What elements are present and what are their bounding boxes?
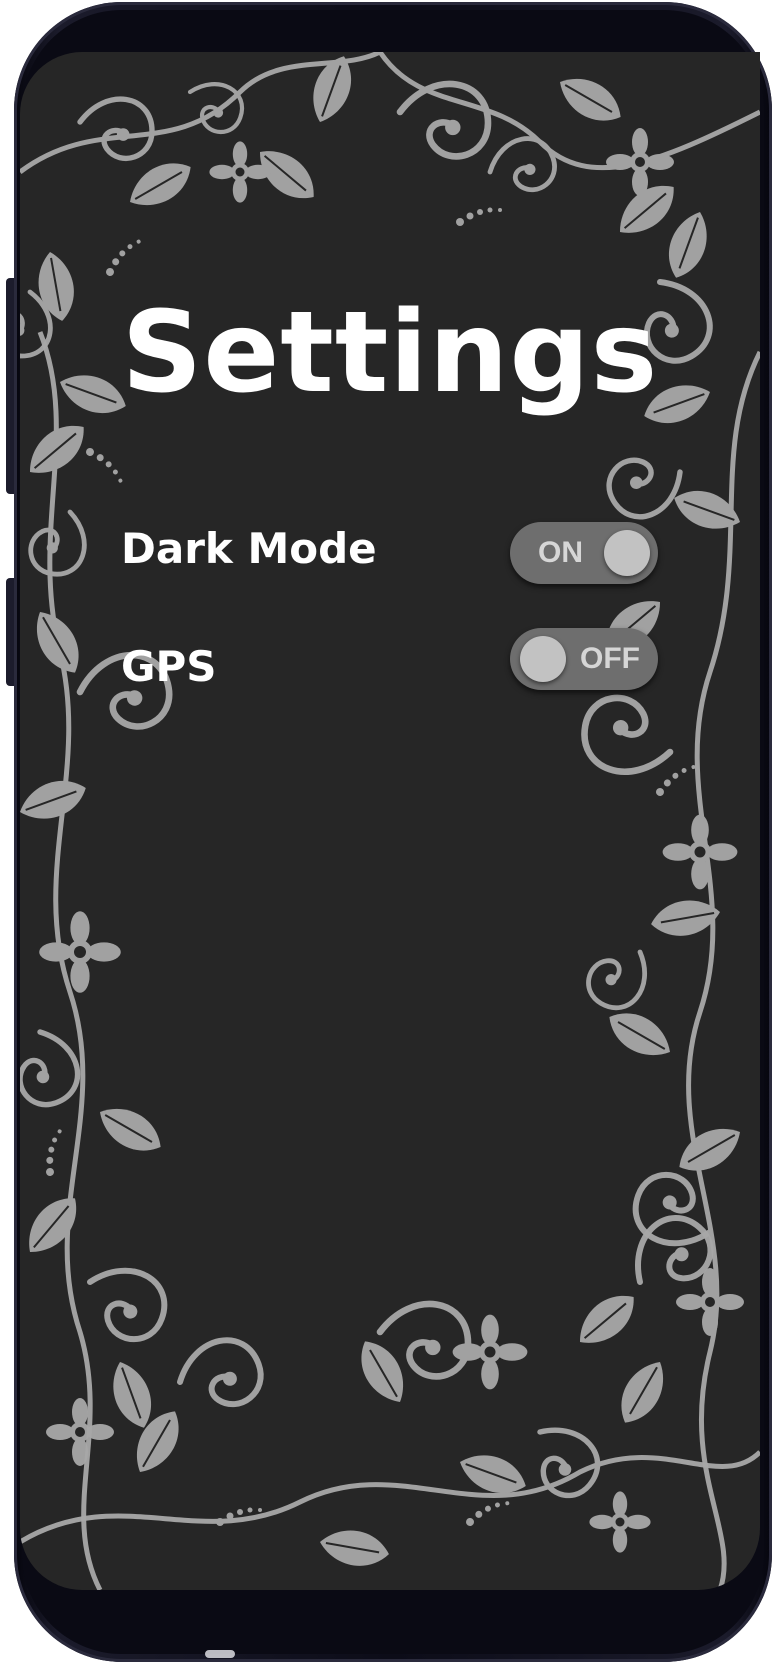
dark-mode-label: Dark Mode	[121, 524, 377, 573]
gps-toggle[interactable]: OFF	[510, 628, 658, 690]
device-stage: Settings Dark Mode ON GPS OFF	[0, 0, 772, 1667]
settings-screen: Settings Dark Mode ON GPS OFF	[20, 52, 760, 1590]
dark-mode-toggle[interactable]: ON	[510, 522, 658, 584]
toggle-knob	[604, 530, 650, 576]
toggle-knob	[520, 636, 566, 682]
gps-toggle-state: OFF	[580, 642, 640, 675]
gps-label: GPS	[121, 642, 217, 691]
floral-ornament-icon	[20, 52, 760, 1590]
dark-mode-toggle-state: ON	[538, 536, 583, 569]
page-title: Settings	[121, 288, 659, 418]
bottom-edge-highlight	[205, 1650, 235, 1658]
